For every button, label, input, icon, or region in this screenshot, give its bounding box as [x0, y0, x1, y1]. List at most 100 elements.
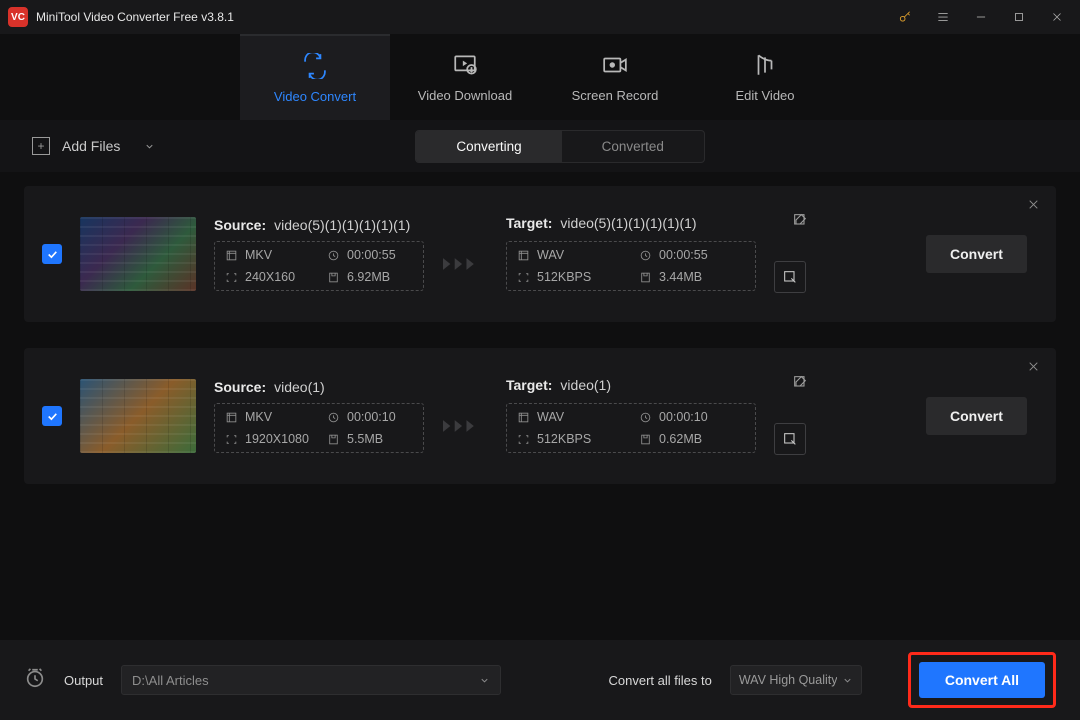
clock-icon: [639, 411, 652, 424]
clock-icon: [327, 249, 340, 262]
target-settings-button[interactable]: [774, 261, 806, 293]
source-resolution: 1920X1080: [245, 432, 309, 446]
format-icon: [517, 411, 530, 424]
output-label: Output: [64, 673, 103, 688]
status-segmented-control: Converting Converted: [415, 130, 705, 163]
tab-video-convert[interactable]: Video Convert: [240, 34, 390, 120]
filesize-icon: [639, 271, 652, 284]
convert-icon: [302, 53, 328, 79]
remove-job-button[interactable]: [1027, 360, 1040, 378]
target-duration: 00:00:10: [659, 410, 708, 424]
target-settings-button[interactable]: [774, 423, 806, 455]
resolution-icon: [517, 271, 530, 284]
target-label: Target:: [506, 215, 552, 231]
plus-icon: +: [32, 137, 50, 155]
tab-edit-video[interactable]: Edit Video: [690, 34, 840, 120]
tab-label: Video Download: [418, 88, 512, 103]
convert-button[interactable]: Convert: [926, 397, 1027, 435]
convert-all-label: Convert all files to: [609, 673, 712, 688]
source-label: Source:: [214, 379, 266, 395]
resolution-icon: [517, 433, 530, 446]
target-filename: video(1): [560, 377, 611, 393]
job-checkbox[interactable]: [42, 406, 62, 426]
tab-screen-record[interactable]: Screen Record: [540, 34, 690, 120]
footer-bar: Output D:\All Articles Convert all files…: [0, 640, 1080, 720]
menu-icon[interactable]: [924, 0, 962, 34]
job-list: Source: video(5)(1)(1)(1)(1)(1) MKV 00:0…: [0, 172, 1080, 498]
source-format: MKV: [245, 248, 272, 262]
format-icon: [225, 249, 238, 262]
target-size: 3.44MB: [659, 270, 702, 284]
target-filename: video(5)(1)(1)(1)(1)(1): [560, 215, 696, 231]
clock-icon: [327, 411, 340, 424]
target-duration: 00:00:55: [659, 248, 708, 262]
tab-label: Screen Record: [572, 88, 659, 103]
output-path-dropdown[interactable]: D:\All Articles: [121, 665, 501, 695]
source-resolution: 240X160: [245, 270, 295, 284]
source-size: 6.92MB: [347, 270, 390, 284]
format-preset-dropdown[interactable]: WAV High Quality: [730, 665, 862, 695]
tab-converting[interactable]: Converting: [416, 131, 561, 162]
target-bitrate: 512KBPS: [537, 432, 591, 446]
add-files-button[interactable]: + Add Files: [32, 137, 155, 155]
resolution-icon: [225, 271, 238, 284]
titlebar: VC MiniTool Video Converter Free v3.8.1: [0, 0, 1080, 34]
format-icon: [517, 249, 530, 262]
app-logo-icon: VC: [8, 7, 28, 27]
upgrade-key-icon[interactable]: [886, 0, 924, 34]
source-filename: video(1): [274, 379, 325, 395]
format-icon: [225, 411, 238, 424]
edit-target-icon[interactable]: [792, 374, 808, 390]
job-row: Source: video(5)(1)(1)(1)(1)(1) MKV 00:0…: [24, 186, 1056, 322]
job-row: Source: video(1) MKV 00:00:10 1920X1080 …: [24, 348, 1056, 484]
video-thumbnail[interactable]: [80, 217, 196, 291]
convert-button[interactable]: Convert: [926, 235, 1027, 273]
chevron-down-icon: [144, 141, 155, 152]
source-size: 5.5MB: [347, 432, 383, 446]
close-button[interactable]: [1038, 0, 1076, 34]
tab-converted[interactable]: Converted: [562, 131, 704, 162]
output-path-value: D:\All Articles: [132, 673, 209, 688]
target-size: 0.62MB: [659, 432, 702, 446]
job-checkbox[interactable]: [42, 244, 62, 264]
schedule-icon[interactable]: [24, 667, 46, 694]
maximize-button[interactable]: [1000, 0, 1038, 34]
minimize-button[interactable]: [962, 0, 1000, 34]
chevron-down-icon: [479, 675, 490, 686]
arrow-icon: [442, 252, 488, 276]
target-bitrate: 512KBPS: [537, 270, 591, 284]
tab-label: Video Convert: [274, 89, 356, 104]
arrow-icon: [442, 414, 488, 438]
edit-target-icon[interactable]: [792, 212, 808, 228]
add-files-label: Add Files: [62, 138, 120, 154]
filesize-icon: [327, 433, 340, 446]
source-format: MKV: [245, 410, 272, 424]
preset-value: WAV High Quality: [739, 673, 838, 687]
convert-all-button[interactable]: Convert All: [919, 662, 1045, 698]
remove-job-button[interactable]: [1027, 198, 1040, 216]
source-meta-box: MKV 00:00:55 240X160 6.92MB: [214, 241, 424, 291]
main-nav-tabs: Video Convert Video Download Screen Reco…: [0, 34, 1080, 120]
tab-label: Edit Video: [735, 88, 794, 103]
source-label: Source:: [214, 217, 266, 233]
record-icon: [602, 52, 628, 78]
tab-video-download[interactable]: Video Download: [390, 34, 540, 120]
app-title: MiniTool Video Converter Free v3.8.1: [36, 10, 234, 24]
edit-video-icon: [752, 52, 778, 78]
target-meta-box: WAV 00:00:55 512KBPS 3.44MB: [506, 241, 756, 291]
highlight-annotation: Convert All: [908, 652, 1056, 708]
video-thumbnail[interactable]: [80, 379, 196, 453]
target-format: WAV: [537, 248, 564, 262]
target-meta-box: WAV 00:00:10 512KBPS 0.62MB: [506, 403, 756, 453]
source-filename: video(5)(1)(1)(1)(1)(1): [274, 217, 410, 233]
clock-icon: [639, 249, 652, 262]
source-meta-box: MKV 00:00:10 1920X1080 5.5MB: [214, 403, 424, 453]
resolution-icon: [225, 433, 238, 446]
filesize-icon: [327, 271, 340, 284]
source-duration: 00:00:10: [347, 410, 396, 424]
source-duration: 00:00:55: [347, 248, 396, 262]
download-icon: [452, 52, 478, 78]
chevron-down-icon: [842, 675, 853, 686]
target-label: Target:: [506, 377, 552, 393]
target-format: WAV: [537, 410, 564, 424]
